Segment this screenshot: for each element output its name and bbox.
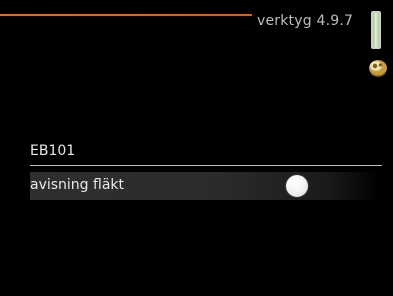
status-bar-icon xyxy=(371,11,381,49)
setting-label: avisning fläkt xyxy=(30,177,125,193)
defrost-fan-toggle[interactable] xyxy=(286,175,308,197)
setting-row-defrost-fan[interactable]: avisning fläkt xyxy=(30,172,380,200)
menu-path: verktyg 4.9.7 xyxy=(257,13,354,29)
helper-icon[interactable] xyxy=(367,56,389,78)
section-title: EB101 xyxy=(30,143,76,159)
divider xyxy=(30,165,382,166)
header-accent-line xyxy=(0,14,252,16)
